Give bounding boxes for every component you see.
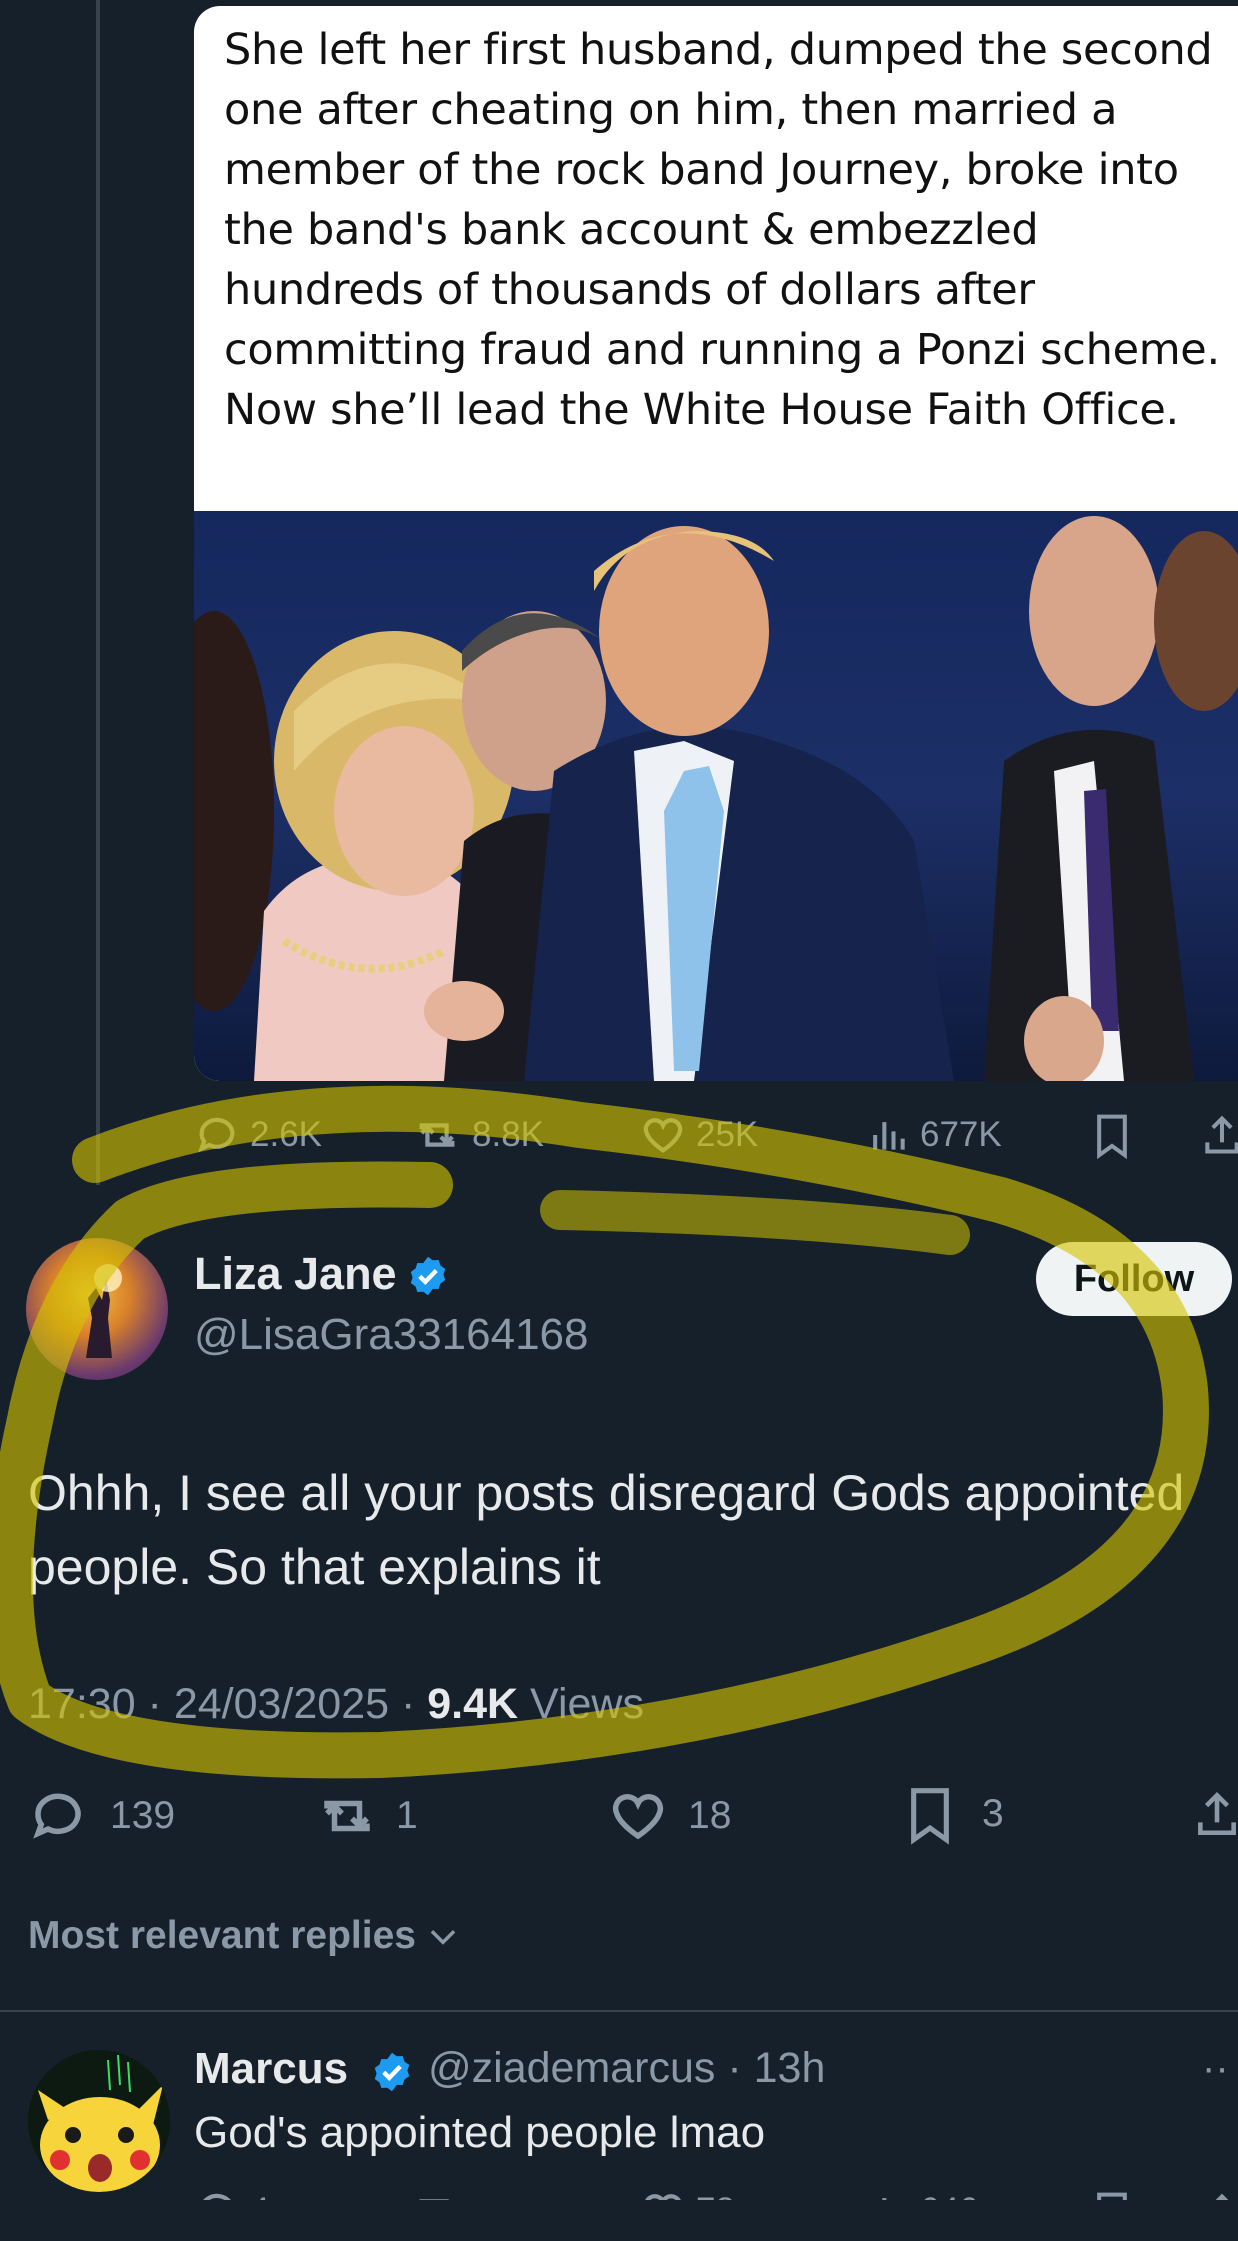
tweet-thread-view: She left her first husband, dumped the s… (0, 0, 1238, 2241)
image-caption-text: She left her first husband, dumped the s… (224, 25, 1220, 435)
reply-count: 139 (110, 1794, 176, 1837)
like-count: 18 (688, 1794, 732, 1837)
quoted-like-count: 25K (696, 1115, 759, 1154)
repost-icon (324, 1800, 370, 1832)
reply-action[interactable]: 139 (28, 1786, 175, 1846)
reply-author-name[interactable]: Marcus (194, 2044, 348, 2094)
share-action[interactable] (1192, 1782, 1238, 1846)
photo-illustration (194, 516, 1238, 1081)
reply-icon (197, 1117, 235, 1153)
reply-handle-time[interactable]: @ziademarcus · 13h (428, 2044, 825, 2093)
verified-badge-icon (374, 2052, 410, 2092)
reply-icon (33, 1793, 81, 1839)
reply-text: God's appointed people lmao (194, 2108, 766, 2157)
tweet-meta: 17:30 · 24/03/2025 · 9.4K Views (28, 1680, 644, 1729)
more-options-icon[interactable]: ·· (1202, 2046, 1229, 2091)
views-count: 9.4K (427, 1680, 519, 1728)
bookmark-count: 3 (982, 1792, 1004, 1835)
bookmark-icon (911, 1788, 949, 1845)
quoted-reply-action[interactable]: 2.6K (194, 1112, 322, 1158)
repost-action[interactable]: 1 (314, 1786, 418, 1846)
avatar-figure (86, 1264, 122, 1358)
bookmark-action[interactable]: 3 (902, 1782, 1004, 1846)
replies-sort-dropdown[interactable]: Most relevant replies (28, 1914, 462, 1958)
views-label: Views (518, 1680, 644, 1728)
thread-connector-line (96, 0, 100, 1185)
author-name[interactable]: Liza Jane (194, 1248, 397, 1300)
quoted-repost-action[interactable]: 8.8K (412, 1112, 544, 1158)
quoted-repost-count: 8.8K (472, 1115, 544, 1154)
share-icon (1205, 1115, 1238, 1154)
avatar[interactable] (26, 1238, 168, 1380)
reply-avatar[interactable] (28, 2050, 170, 2192)
tweet-timestamp[interactable]: 17:30 · 24/03/2025 · (28, 1680, 427, 1728)
quoted-views-action[interactable]: 677K (866, 1112, 1002, 1158)
photo-scene (194, 511, 1238, 1081)
repost-icon (419, 1123, 455, 1147)
quoted-views-count: 677K (920, 1115, 1002, 1154)
quoted-bookmark-action[interactable] (1090, 1110, 1134, 1160)
quoted-reply-count: 2.6K (250, 1115, 322, 1154)
author-handle[interactable]: @LisaGra33164168 (194, 1310, 589, 1360)
tweet-media-image[interactable]: She left her first husband, dumped the s… (194, 6, 1238, 1081)
bottom-cutoff (0, 2200, 1238, 2241)
like-action[interactable]: 18 (608, 1786, 731, 1846)
chevron-down-icon (430, 1930, 456, 1945)
quoted-share-action[interactable] (1200, 1110, 1238, 1160)
quoted-like-action[interactable]: 25K (640, 1112, 758, 1158)
tweet-text: Ohhh, I see all your posts disregard God… (28, 1465, 1185, 1595)
share-icon (1198, 1792, 1236, 1836)
repost-count: 1 (396, 1794, 418, 1837)
pikachu-avatar-icon (28, 2050, 170, 2192)
heart-icon (612, 1794, 664, 1840)
views-chart-icon (873, 1122, 905, 1150)
divider (0, 2010, 1238, 2012)
follow-button[interactable]: Follow (1036, 1242, 1232, 1316)
verified-badge-icon (410, 1256, 446, 1296)
replies-sort-label: Most relevant replies (28, 1914, 416, 1957)
heart-icon (643, 1118, 683, 1153)
bookmark-icon (1097, 1114, 1127, 1160)
